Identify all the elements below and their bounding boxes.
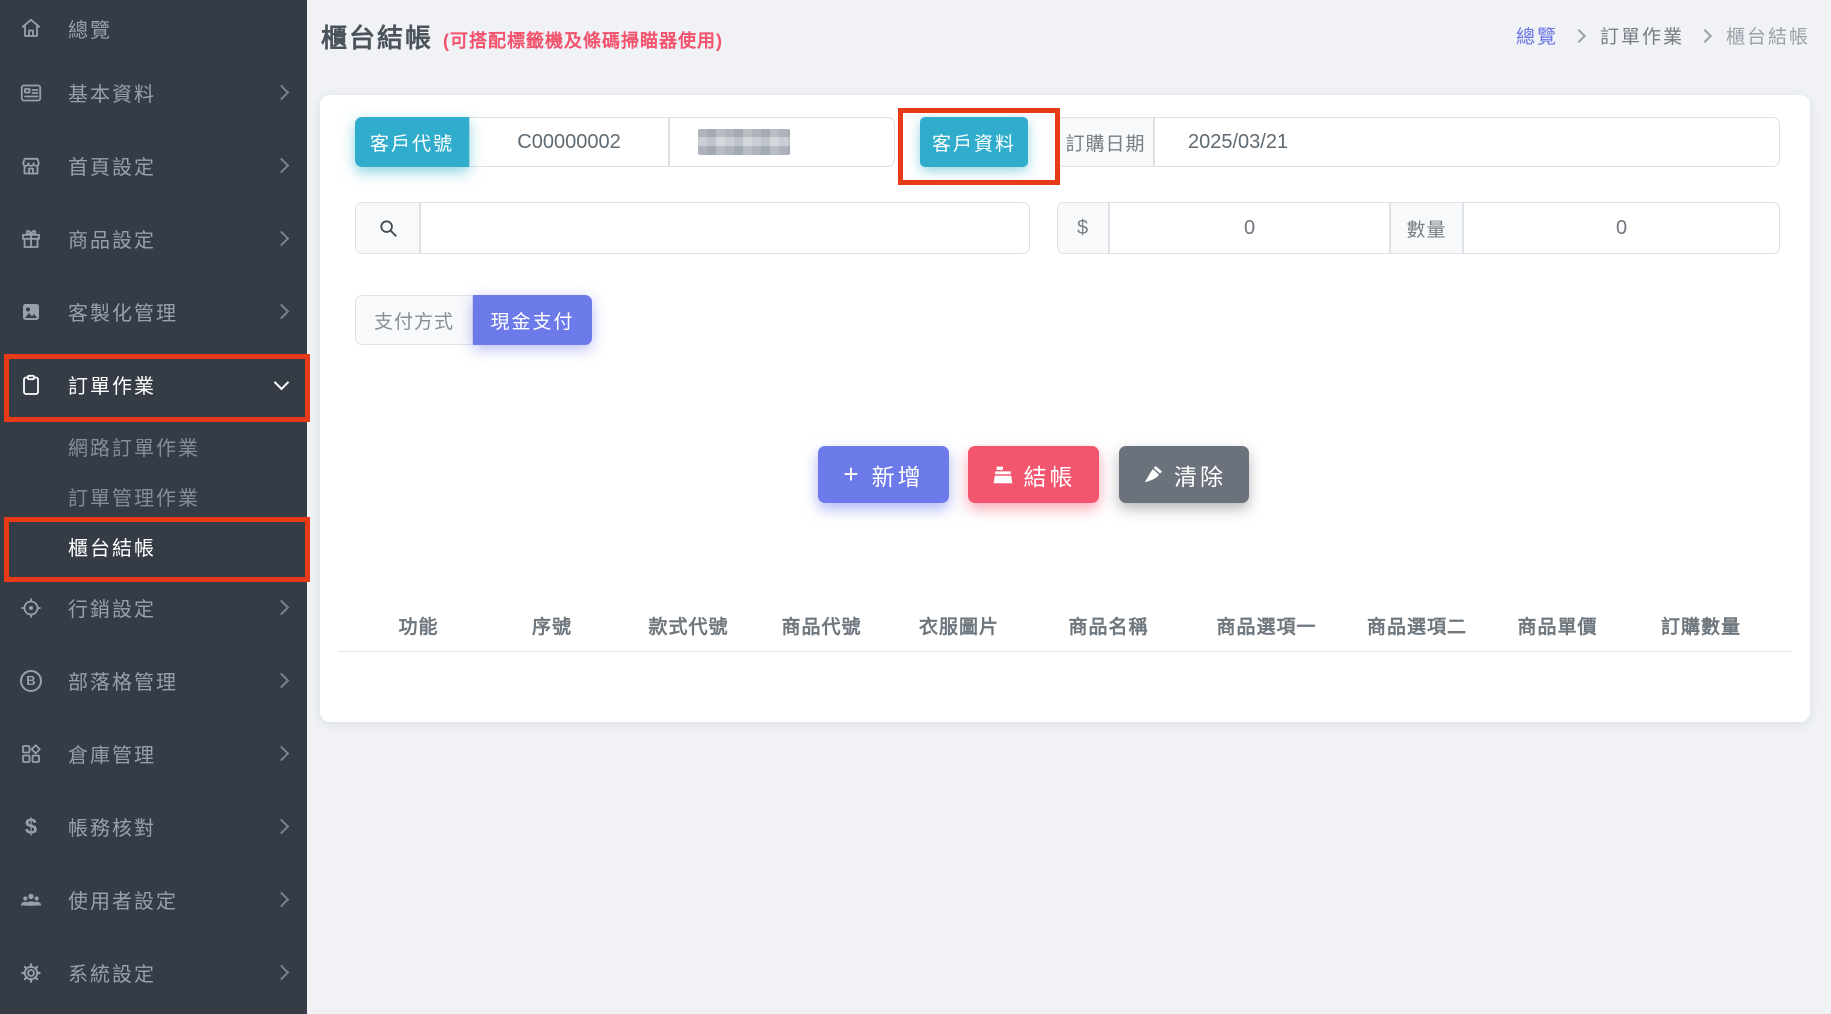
customer-info-button[interactable]: 客戶資料	[920, 117, 1028, 167]
customer-code-input[interactable]: C00000002	[469, 117, 669, 167]
customer-code-label: 客戶代號	[355, 117, 469, 167]
column-header: 商品選項二	[1366, 617, 1467, 638]
sidebar-item-overview[interactable]: 總覽	[0, 0, 307, 56]
users-icon	[18, 887, 44, 913]
sidebar-item-warehouse-management[interactable]: 倉庫管理	[0, 717, 307, 790]
sidebar-item-label: 商品設定	[68, 230, 156, 252]
column-header: 商品代號	[781, 617, 862, 638]
chevron-right-icon	[273, 745, 290, 762]
plus-icon: +	[843, 458, 862, 489]
column-header: 商品單價	[1517, 617, 1598, 638]
id-card-icon	[18, 80, 44, 106]
order-table-header: 功能 序號 款式代號 商品代號 衣服圖片 商品名稱 商品選項一 商品選項二 商品…	[338, 600, 1792, 652]
sidebar-item-basic-data[interactable]: 基本資料	[0, 56, 307, 129]
breadcrumb-overview-link[interactable]: 總覽	[1516, 22, 1558, 49]
chevron-right-icon	[1571, 28, 1587, 43]
sidebar-item-label: 訂單管理作業	[68, 487, 200, 510]
chevron-right-icon	[273, 230, 290, 247]
gear-icon	[18, 960, 44, 986]
sidebar-item-label: 總覽	[68, 19, 112, 42]
cash-payment-button[interactable]: 現金支付	[473, 295, 592, 345]
checkout-button[interactable]: 結帳	[968, 446, 1099, 503]
customer-name-field[interactable]	[669, 117, 895, 167]
quantity-input[interactable]: 0	[1463, 202, 1780, 254]
chevron-right-icon	[273, 964, 290, 981]
chevron-right-icon	[273, 157, 290, 174]
chevron-right-icon	[273, 672, 290, 689]
chevron-right-icon	[273, 891, 290, 908]
sidebar-item-order-operations[interactable]: 訂單作業	[0, 348, 307, 421]
sidebar-item-system-settings[interactable]: 系統設定	[0, 936, 307, 1009]
clear-button[interactable]: 清除	[1119, 446, 1249, 503]
chevron-right-icon	[273, 599, 290, 616]
sidebar-item-label: 首頁設定	[68, 157, 156, 179]
chevron-right-icon	[273, 303, 290, 320]
blog-icon: B	[18, 668, 44, 694]
sidebar-item-order-management[interactable]: 訂單管理作業	[0, 471, 307, 521]
sidebar-item-customization[interactable]: 客製化管理	[0, 275, 307, 348]
quantity-label: 數量	[1390, 202, 1463, 254]
chevron-down-icon	[273, 374, 290, 390]
page-title: 櫃台結帳	[321, 23, 434, 53]
sidebar-item-user-settings[interactable]: 使用者設定	[0, 863, 307, 936]
column-header: 商品選項一	[1216, 617, 1317, 638]
chevron-right-icon	[1697, 28, 1713, 43]
amount-label: $	[1057, 202, 1109, 254]
add-button[interactable]: + 新增	[818, 446, 949, 503]
sidebar-item-blog-management[interactable]: B 部落格管理	[0, 644, 307, 717]
sidebar-item-online-orders[interactable]: 網路訂單作業	[0, 421, 307, 471]
checkout-card: 客戶代號 C00000002 客戶資料 訂購日期 2025/03/21 $ 0 …	[320, 95, 1810, 722]
payment-method-label: 支付方式	[355, 295, 473, 345]
breadcrumb-current: 櫃台結帳	[1725, 27, 1810, 48]
cash-register-icon	[993, 466, 1012, 483]
sidebar-item-label: 帳務核對	[68, 818, 156, 840]
sidebar-item-homepage-settings[interactable]: 首頁設定	[0, 129, 307, 202]
image-icon	[18, 299, 44, 325]
order-date-input[interactable]: 2025/03/21	[1154, 117, 1780, 167]
sidebar-item-label: 系統設定	[68, 964, 156, 986]
sidebar-item-label: 基本資料	[68, 84, 156, 106]
blocks-icon	[18, 741, 44, 767]
sidebar-item-label: 倉庫管理	[68, 745, 156, 767]
breadcrumb-section[interactable]: 訂單作業	[1600, 22, 1684, 49]
target-icon	[18, 595, 44, 621]
gift-icon	[18, 226, 44, 252]
sidebar-item-label: 行銷設定	[68, 599, 156, 621]
sidebar-item-marketing-settings[interactable]: 行銷設定	[0, 571, 307, 644]
sidebar-item-label: 櫃台結帳	[68, 537, 156, 560]
page-subtitle: (可搭配標籤機及條碼掃瞄器使用)	[443, 31, 724, 51]
storefront-icon	[18, 153, 44, 179]
clipboard-icon	[18, 372, 44, 398]
order-date-label: 訂購日期	[1057, 117, 1154, 167]
column-header: 功能	[398, 617, 439, 638]
sidebar-item-label: 客製化管理	[68, 303, 178, 325]
redacted-customer-name	[698, 129, 790, 155]
column-header: 衣服圖片	[918, 617, 999, 638]
search-label	[355, 202, 420, 254]
amount-input[interactable]: 0	[1109, 202, 1390, 254]
column-header: 商品名稱	[1068, 617, 1149, 638]
column-header: 序號	[531, 617, 572, 638]
chevron-right-icon	[273, 818, 290, 835]
sidebar-item-label: 網路訂單作業	[68, 437, 200, 460]
sidebar-item-product-settings[interactable]: 商品設定	[0, 202, 307, 275]
sidebar-item-counter-checkout[interactable]: 櫃台結帳	[0, 521, 307, 571]
search-icon	[379, 220, 397, 237]
sidebar: 總覽 基本資料 首頁設定 商品設定 客製化管理 訂單作業 網路訂單作業 訂單管理…	[0, 0, 307, 1014]
column-header: 款式代號	[648, 617, 729, 638]
breadcrumb: 總覽 訂單作業 櫃台結帳	[1516, 22, 1810, 49]
sidebar-item-label: 部落格管理	[68, 672, 178, 694]
sidebar-item-label: 訂單作業	[68, 376, 156, 398]
sidebar-item-label: 使用者設定	[68, 891, 178, 913]
search-input[interactable]	[420, 202, 1030, 254]
sidebar-item-account-reconciliation[interactable]: $ 帳務核對	[0, 790, 307, 863]
chevron-right-icon	[273, 84, 290, 101]
counter-checkout-screen: 總覽 基本資料 首頁設定 商品設定 客製化管理 訂單作業 網路訂單作業 訂單管理…	[0, 0, 1831, 1014]
brush-icon	[1144, 465, 1162, 482]
home-icon	[18, 15, 44, 41]
dollar-icon: $	[24, 813, 38, 839]
column-header: 訂購數量	[1660, 617, 1741, 638]
